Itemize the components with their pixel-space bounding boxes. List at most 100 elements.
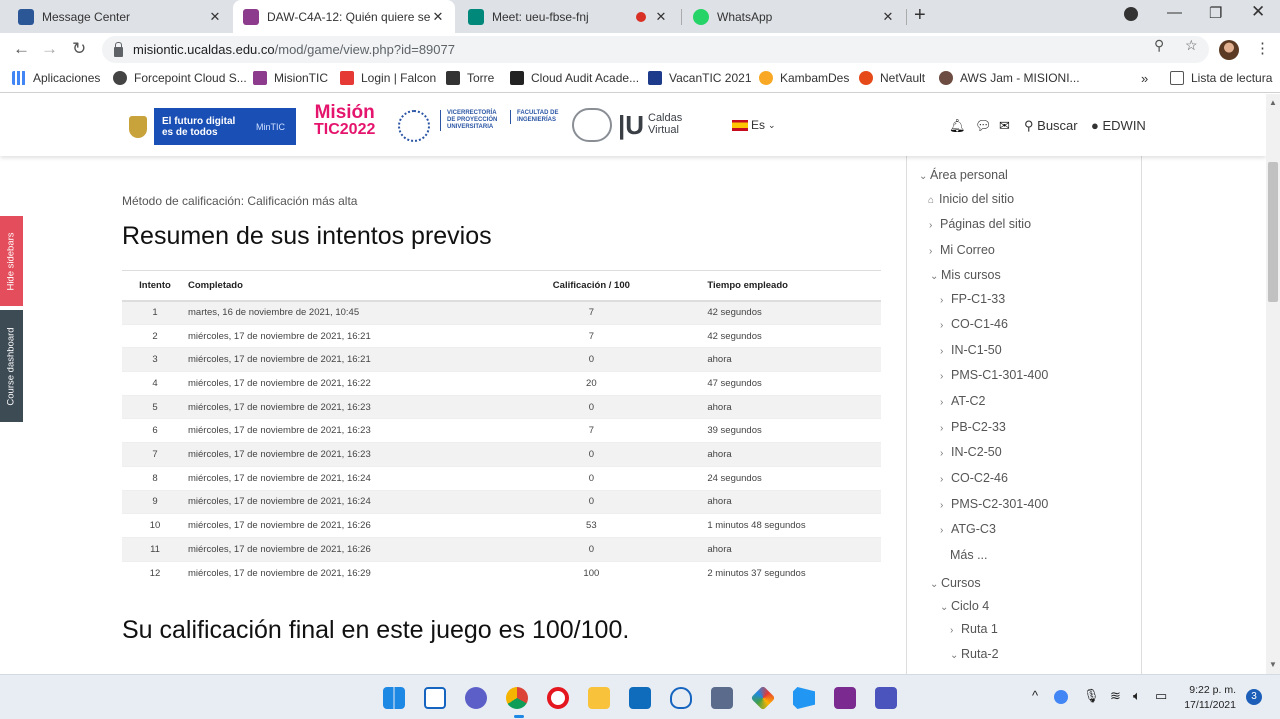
- sidebar-item-fp-c1-33[interactable]: › FP-C1-33: [940, 292, 1005, 306]
- teams-chat-icon[interactable]: [465, 687, 487, 709]
- tab-meet[interactable]: Meet: ueu-fbse-fnj ✕: [458, 0, 678, 33]
- close-window-button[interactable]: ✕: [1251, 2, 1265, 22]
- outlook-icon[interactable]: [629, 687, 651, 709]
- close-tab-icon[interactable]: ✕: [431, 9, 445, 25]
- sidebar-item-ruta-2[interactable]: ⌄ Ruta-2: [950, 647, 999, 661]
- bookmark-netvault[interactable]: NetVault: [859, 71, 925, 85]
- chrome-icon[interactable]: [506, 687, 528, 709]
- notifications-bell-icon[interactable]: 🔔︎: [949, 118, 966, 134]
- search-link[interactable]: ⚲ Buscar: [1024, 118, 1078, 134]
- onenote-icon[interactable]: [834, 687, 856, 709]
- reload-button[interactable]: ↻: [72, 39, 86, 59]
- sidebar-item-p-ginas-del-sitio[interactable]: › Páginas del sitio: [929, 217, 1031, 231]
- file-explorer-icon[interactable]: [588, 687, 610, 709]
- bookmark-apps[interactable]: Aplicaciones: [12, 71, 100, 85]
- vscode-icon[interactable]: [793, 687, 815, 709]
- scrollbar-thumb[interactable]: [1268, 162, 1278, 302]
- table-header-row: Intento Completado Calificación / 100 Ti…: [122, 270, 881, 302]
- sidebar-item-co-c1-46[interactable]: › CO-C1-46: [940, 317, 1008, 331]
- restore-button[interactable]: ❐: [1209, 4, 1222, 22]
- profile-avatar[interactable]: [1219, 40, 1239, 60]
- sidebar-item-label: CO-C2-46: [951, 471, 1008, 485]
- sidebar-item-pms-c1-301-400[interactable]: › PMS-C1-301-400: [940, 368, 1048, 382]
- tab-message-center[interactable]: Message Center ✕: [8, 0, 232, 33]
- sidebar-item-mis-cursos[interactable]: ⌄ Mis cursos: [930, 268, 1001, 282]
- microphone-icon[interactable]: 🎙︎: [1083, 688, 1100, 704]
- sidebar-item-inicio-del-sitio[interactable]: ⌂ Inicio del sitio: [928, 192, 1014, 206]
- battery-icon[interactable]: ▭: [1155, 688, 1167, 704]
- messages-chat-icon[interactable]: 💬︎: [975, 118, 992, 134]
- bookmark-vacantic[interactable]: VacanTIC 2021: [648, 71, 752, 85]
- notification-badge[interactable]: 3: [1246, 689, 1262, 705]
- hidden-icons-chevron-icon[interactable]: ^: [1032, 688, 1038, 703]
- zoom-icon[interactable]: ⚲: [1154, 37, 1164, 54]
- close-tab-icon[interactable]: ✕: [881, 9, 895, 25]
- sidebar-item-atg-c3[interactable]: › ATG-C3: [940, 522, 996, 536]
- attempt-completed: miércoles, 17 de noviembre de 2021, 16:2…: [188, 442, 492, 467]
- start-windows-icon[interactable]: [383, 687, 405, 709]
- opera-icon[interactable]: [547, 687, 569, 709]
- sidebar-item-ruta-1[interactable]: › Ruta 1: [950, 622, 998, 636]
- wifi-icon[interactable]: ≋: [1110, 688, 1121, 704]
- defender-icon[interactable]: [670, 687, 692, 709]
- forward-button[interactable]: →: [41, 39, 58, 59]
- table-row: 1 martes, 16 de noviembre de 2021, 10:45 7…: [122, 300, 881, 325]
- sidebar-item-mi-correo[interactable]: › Mi Correo: [929, 243, 995, 257]
- misiontic-logo[interactable]: Misión TIC2022: [314, 103, 375, 138]
- snipping-tool-icon[interactable]: [711, 687, 733, 709]
- sidebar-item-pb-c2-33[interactable]: › PB-C2-33: [940, 420, 1006, 434]
- scroll-up-icon[interactable]: ▲: [1269, 98, 1277, 107]
- sidebar-item-cursos[interactable]: ⌄ Cursos: [930, 576, 981, 590]
- language-selector[interactable]: Es ⌄: [732, 118, 776, 132]
- attempt-time: ahora: [691, 394, 881, 419]
- page-scrollbar[interactable]: ▲ ▼: [1266, 94, 1280, 674]
- caldas-virtual-logo[interactable]: Caldas Virtual: [648, 112, 688, 136]
- browser-menu-icon[interactable]: ⋮: [1255, 39, 1270, 57]
- tab-game-active[interactable]: DAW-C4A-12: Quién quiere ser m ✕: [233, 0, 455, 33]
- dev-tool-icon[interactable]: [750, 685, 776, 711]
- sidebar-item-pms-c2-301-400[interactable]: › PMS-C2-301-400: [940, 497, 1048, 511]
- mail-icon[interactable]: ✉: [999, 118, 1010, 134]
- bookmark-falcon[interactable]: Login | Falcon: [340, 71, 436, 85]
- bookmark-misiontic[interactable]: MisionTIC: [253, 71, 328, 85]
- sidebar-item-ciclo-4[interactable]: ⌄ Ciclo 4: [940, 599, 989, 613]
- address-bar[interactable]: misiontic.ucaldas.edu.co/mod/game/view.p…: [102, 36, 1209, 63]
- user-name: EDWIN: [1102, 118, 1146, 133]
- more-bookmarks-icon[interactable]: »: [1141, 71, 1148, 86]
- bookmark-torre[interactable]: Torre: [446, 71, 494, 85]
- system-clock[interactable]: 9:22 p. m. 17/11/2021: [1180, 683, 1236, 713]
- user-menu[interactable]: ● EDWIN: [1091, 118, 1146, 133]
- tab-title: WhatsApp: [717, 9, 773, 24]
- sidebar-item-label: Área personal: [930, 168, 1008, 182]
- bookmark-cloud-audit[interactable]: Cloud Audit Acade...: [510, 71, 639, 85]
- scroll-down-icon[interactable]: ▼: [1269, 660, 1277, 669]
- speaker-icon[interactable]: 🔈︎: [1133, 688, 1141, 704]
- sidebar-item-in-c2-50[interactable]: › IN-C2-50: [940, 445, 1002, 459]
- column-header-completed: Completado: [188, 270, 492, 302]
- close-tab-icon[interactable]: ✕: [654, 9, 668, 25]
- tab-whatsapp[interactable]: WhatsApp ✕: [683, 0, 905, 33]
- close-tab-icon[interactable]: ✕: [208, 9, 222, 25]
- table-row: 6 miércoles, 17 de noviembre de 2021, 16:…: [122, 418, 881, 443]
- teams-icon[interactable]: [875, 687, 897, 709]
- hide-sidebars-tab[interactable]: Hide sidebars: [0, 216, 23, 306]
- google-drive-tray-icon[interactable]: [1054, 690, 1068, 704]
- sidebar-item-in-c1-50[interactable]: › IN-C1-50: [940, 343, 1002, 357]
- sidebar-item-co-c2-46[interactable]: › CO-C2-46: [940, 471, 1008, 485]
- sidebar-item-rea-personal[interactable]: ⌄ Área personal: [919, 168, 1008, 182]
- sidebar-item-at-c2[interactable]: › AT-C2: [940, 394, 986, 408]
- course-dashboard-tab[interactable]: Course dashboard: [0, 310, 23, 422]
- bookmark-kambamdes[interactable]: KambamDes: [759, 71, 849, 85]
- minimize-button[interactable]: —: [1167, 4, 1182, 21]
- bookmark-aws-jam[interactable]: AWS Jam - MISIONI...: [939, 71, 1080, 85]
- chevron-right-icon: ›: [940, 474, 944, 485]
- task-view-icon[interactable]: [424, 687, 446, 709]
- tab-search-icon[interactable]: [1124, 7, 1138, 21]
- new-tab-button[interactable]: +: [914, 4, 926, 27]
- bookmark-forcepoint[interactable]: Forcepoint Cloud S...: [113, 71, 247, 85]
- back-button[interactable]: ←: [13, 39, 30, 59]
- sidebar-item-m-s[interactable]: Más ...: [939, 548, 988, 562]
- bookmark-star-icon[interactable]: ☆: [1185, 37, 1198, 54]
- gov-co-logo[interactable]: El futuro digital es de todos MinTIC: [122, 108, 296, 145]
- reading-list[interactable]: Lista de lectura: [1170, 71, 1272, 85]
